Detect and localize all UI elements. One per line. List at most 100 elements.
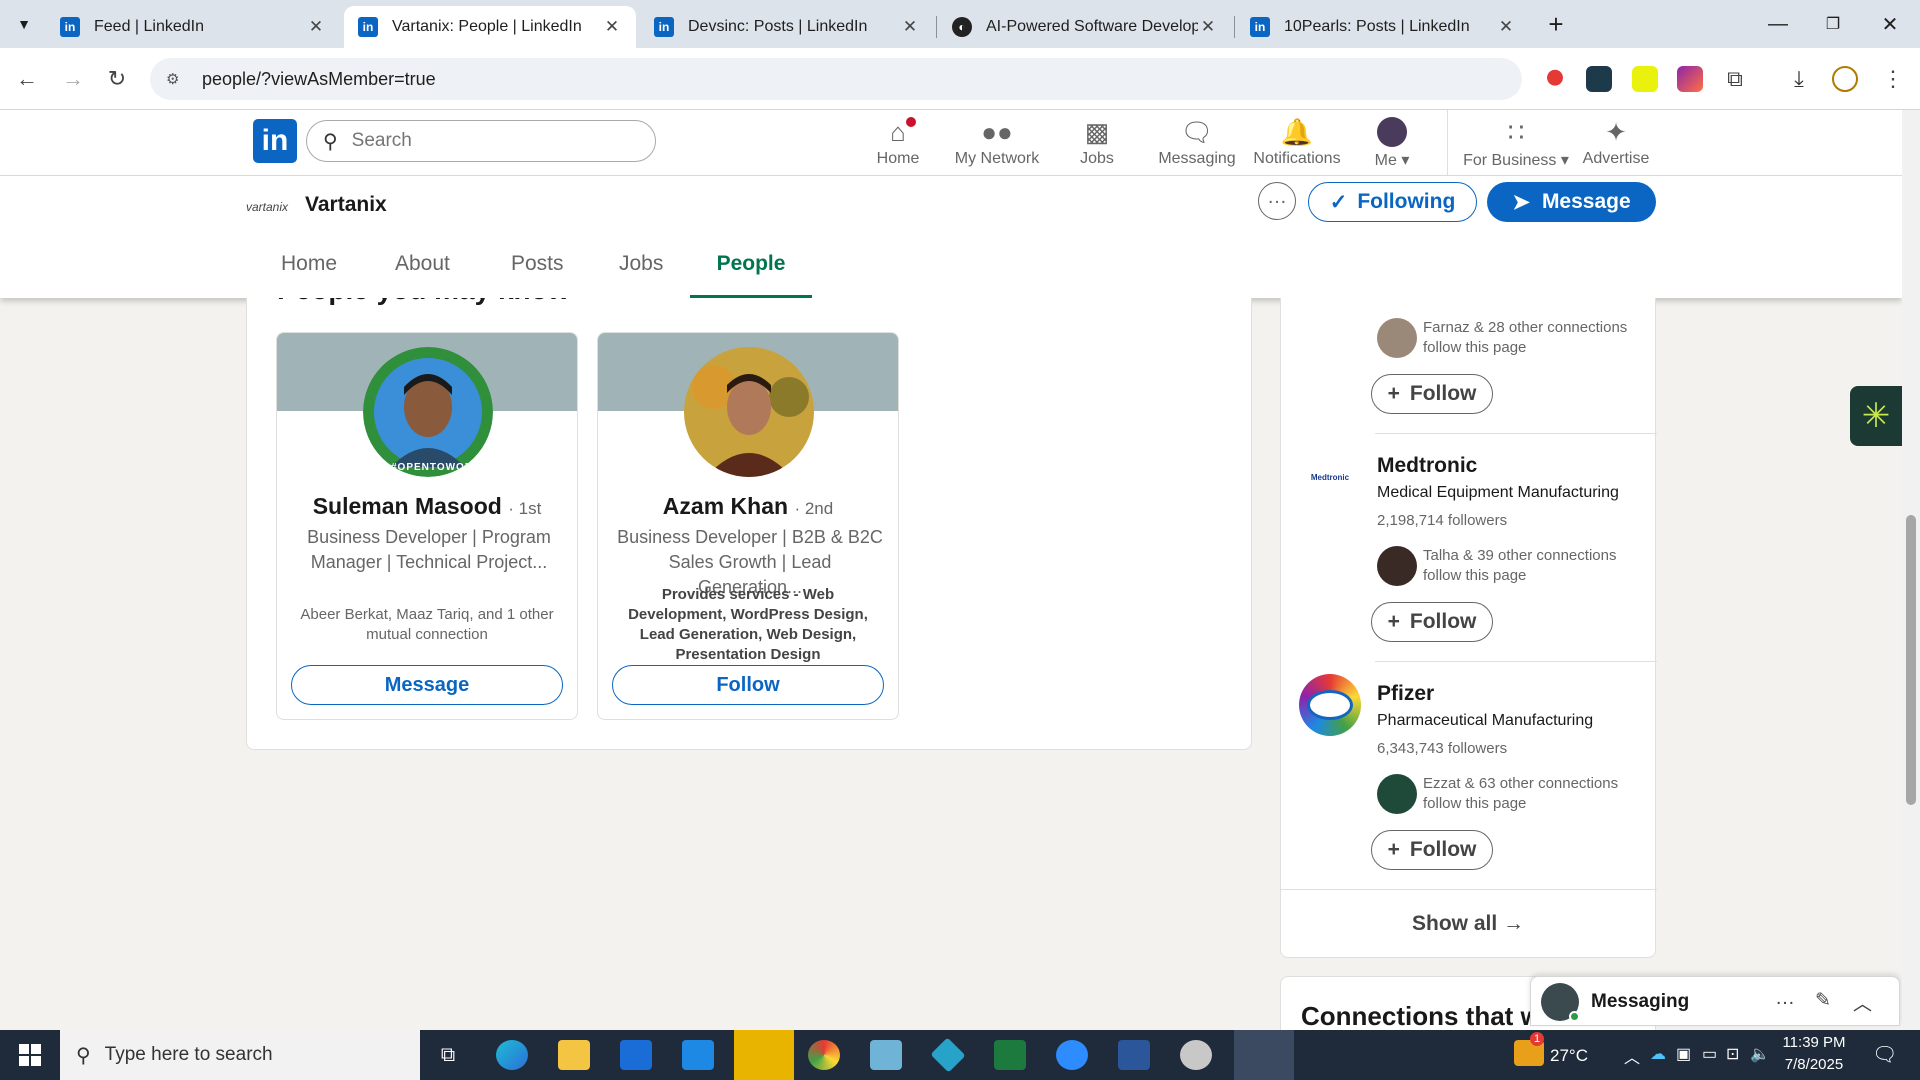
close-icon[interactable]: ✕	[900, 17, 920, 37]
file-explorer-icon[interactable]	[558, 1040, 590, 1070]
volume-icon[interactable]: 🔈	[1750, 1044, 1770, 1064]
tab-people[interactable]: People	[690, 252, 812, 298]
show-all-button[interactable]: Show all →	[1281, 912, 1655, 936]
app-icon[interactable]	[870, 1040, 902, 1070]
minimize-icon[interactable]: —	[1758, 8, 1798, 40]
pokeball-extension-icon[interactable]	[1542, 66, 1568, 92]
follow-button[interactable]: + Follow	[1371, 830, 1493, 870]
avatar[interactable]: #OPENTOWORK	[363, 347, 493, 477]
search-input[interactable]	[351, 130, 612, 152]
avatar[interactable]	[684, 347, 814, 477]
nav-messaging[interactable]: 🗨 Messaging	[1147, 117, 1247, 168]
sparkle-widget-icon[interactable]: ✳	[1850, 386, 1902, 446]
restore-icon[interactable]: ❐	[1813, 8, 1853, 40]
mail-icon[interactable]	[682, 1040, 714, 1070]
extensions-puzzle-icon[interactable]: ⧉	[1722, 66, 1748, 92]
site-info-icon[interactable]: ⚙	[166, 70, 188, 88]
compose-icon[interactable]: ✎	[1815, 989, 1831, 1012]
company-logo[interactable]: vartanix	[246, 200, 288, 214]
linkedin-logo[interactable]: in	[253, 119, 297, 163]
browser-tab-feed[interactable]: in Feed | LinkedIn ✕	[46, 6, 340, 48]
extension-icon[interactable]	[1586, 66, 1612, 92]
close-icon[interactable]: ✕	[1198, 17, 1218, 37]
nav-my-network[interactable]: ●● My Network	[947, 117, 1047, 168]
notification-center-icon[interactable]: 🗨	[1872, 1042, 1897, 1067]
sticky-notes-icon[interactable]	[734, 1030, 794, 1080]
message-button[interactable]: ➤ Message	[1487, 182, 1656, 222]
nav-notifications[interactable]: 🔔 Notifications	[1247, 117, 1347, 168]
clock-date[interactable]: 7/8/2025	[1772, 1056, 1856, 1073]
message-person-button[interactable]: Message	[291, 665, 563, 705]
company-name[interactable]: Medtronic	[1377, 454, 1619, 478]
chrome-active-icon[interactable]	[1234, 1030, 1294, 1080]
windows-start-button[interactable]	[0, 1030, 60, 1080]
close-icon[interactable]: ✕	[1496, 17, 1516, 37]
company-item[interactable]: Pfizer Pharmaceutical Manufacturing 6,34…	[1377, 682, 1593, 757]
browser-tab-vartanix[interactable]: in Vartanix: People | LinkedIn ✕	[344, 6, 636, 48]
nav-advertise[interactable]: ✦ Advertise	[1566, 117, 1666, 168]
back-arrow-icon[interactable]: ←	[10, 62, 44, 96]
search-box[interactable]: ⚲	[306, 120, 656, 162]
company-name[interactable]: Vartanix	[305, 193, 387, 217]
nav-me[interactable]: Me ▾	[1347, 117, 1437, 170]
follow-button[interactable]: + Follow	[1371, 602, 1493, 642]
clock-time[interactable]: 11:39 PM	[1772, 1034, 1856, 1051]
onedrive-icon[interactable]: ☁	[1650, 1044, 1666, 1064]
window-close-icon[interactable]: ✕	[1870, 8, 1910, 40]
network-icon[interactable]: ⊡	[1726, 1044, 1739, 1064]
scrollbar-thumb[interactable]	[1906, 515, 1916, 805]
company-name[interactable]: Pfizer	[1377, 682, 1593, 706]
page-scrollbar[interactable]	[1902, 110, 1920, 1030]
messaging-overlay[interactable]: Messaging … ✎ ︿	[1530, 976, 1900, 1026]
nav-jobs[interactable]: ▩ Jobs	[1047, 117, 1147, 168]
browser-tab-devsinc[interactable]: in Devsinc: Posts | LinkedIn ✕	[640, 6, 934, 48]
word-icon[interactable]	[1118, 1040, 1150, 1070]
person-name-row[interactable]: Suleman Masood · 1st	[277, 493, 577, 520]
zoom-icon[interactable]	[1056, 1040, 1088, 1070]
close-icon[interactable]: ✕	[306, 17, 326, 37]
edge-icon[interactable]	[496, 1040, 528, 1070]
store-icon[interactable]	[620, 1040, 652, 1070]
profile-avatar-icon[interactable]	[1832, 66, 1858, 92]
weather-temperature[interactable]: 27°C	[1550, 1046, 1588, 1066]
person-card[interactable]: #OPENTOWORK Suleman Masood · 1st Busines…	[276, 332, 578, 720]
app-icon[interactable]	[1180, 1040, 1212, 1070]
browser-tab-10pearls[interactable]: in 10Pearls: Posts | LinkedIn ✕	[1236, 6, 1530, 48]
color-extension-icon[interactable]	[1677, 66, 1703, 92]
address-bar[interactable]: ⚙ people/?viewAsMember=true	[150, 58, 1522, 100]
app-diamond-icon[interactable]	[930, 1037, 966, 1073]
tab-search-chevron-icon[interactable]: ▼	[6, 8, 42, 40]
browser-menu-icon[interactable]: ⋮	[1880, 66, 1906, 92]
battery-icon[interactable]: ▭	[1702, 1044, 1717, 1064]
follow-person-button[interactable]: Follow	[612, 665, 884, 705]
medtronic-logo[interactable]: Medtronic	[1299, 446, 1361, 508]
tab-about[interactable]: About	[395, 252, 450, 298]
download-icon[interactable]: ⤓	[1786, 66, 1812, 92]
task-view-icon[interactable]: ⧉	[432, 1040, 464, 1070]
person-card[interactable]: Azam Khan · 2nd Business Developer | B2B…	[597, 332, 899, 720]
more-options-icon[interactable]: …	[1775, 987, 1795, 1010]
chevron-up-icon[interactable]: ︿	[1853, 989, 1872, 1016]
person-name-row[interactable]: Azam Khan · 2nd	[598, 493, 898, 520]
messaging-title[interactable]: Messaging	[1591, 991, 1689, 1013]
meet-icon[interactable]: ▣	[1676, 1044, 1691, 1064]
taskbar-search[interactable]: ⚲ Type here to search	[60, 1030, 420, 1080]
reload-icon[interactable]: ↻	[100, 62, 134, 96]
tab-jobs[interactable]: Jobs	[619, 252, 663, 298]
more-options-button[interactable]: …	[1258, 182, 1296, 220]
chevron-up-icon[interactable]: ︿	[1624, 1044, 1640, 1068]
follow-button[interactable]: + Follow	[1371, 374, 1493, 414]
new-tab-plus-icon[interactable]: +	[1536, 8, 1576, 40]
following-button[interactable]: ✓ Following	[1308, 182, 1477, 222]
forward-arrow-icon[interactable]: →	[56, 62, 90, 96]
excel-icon[interactable]	[994, 1040, 1026, 1070]
tab-posts[interactable]: Posts	[511, 252, 564, 298]
company-item[interactable]: Medtronic Medical Equipment Manufacturin…	[1377, 454, 1619, 529]
chrome-icon[interactable]	[808, 1040, 840, 1070]
close-icon[interactable]: ✕	[602, 17, 622, 37]
nav-for-business[interactable]: ∷ For Business ▾	[1456, 117, 1576, 170]
tab-home[interactable]: Home	[281, 252, 337, 298]
browser-tab-ai-software[interactable]: ◐ AI-Powered Software Developm ✕	[938, 6, 1232, 48]
nav-home[interactable]: ⌂ Home	[848, 114, 948, 168]
pfizer-logo[interactable]	[1299, 674, 1361, 736]
